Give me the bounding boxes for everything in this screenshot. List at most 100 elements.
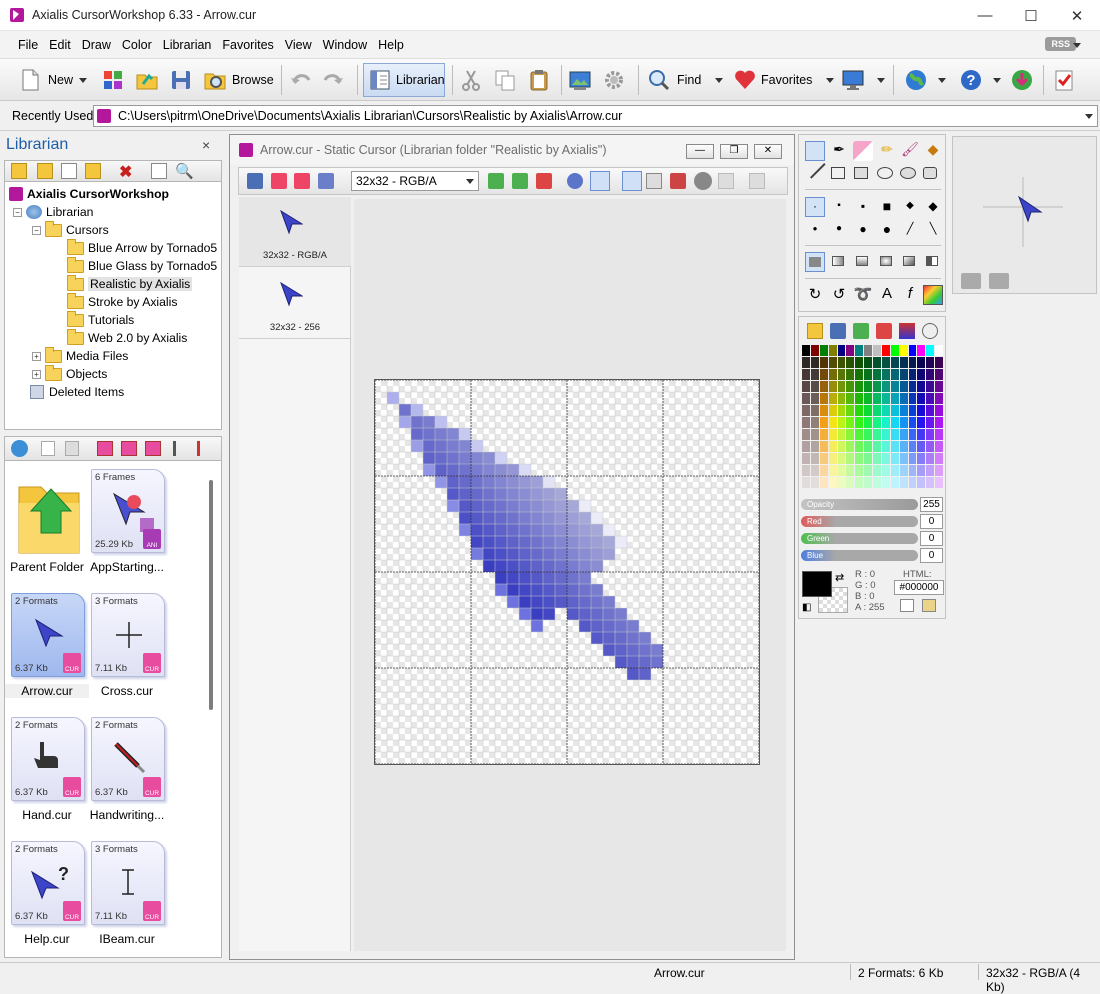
pixel[interactable]	[519, 560, 531, 572]
color-swatch[interactable]	[864, 345, 872, 356]
pixel[interactable]	[531, 584, 543, 596]
export-icon[interactable]	[749, 173, 765, 189]
selection-tool-icon[interactable]	[805, 141, 825, 161]
color-swatch[interactable]	[926, 357, 935, 368]
color-swatch[interactable]	[828, 405, 837, 416]
pixel[interactable]	[423, 452, 435, 464]
color-swatch[interactable]	[881, 465, 890, 476]
thumbnail-scrollbar[interactable]	[209, 480, 213, 710]
fill-mode-radial-icon[interactable]	[877, 252, 897, 272]
grid-icon[interactable]	[646, 173, 662, 189]
pixel[interactable]	[495, 464, 507, 476]
pixel[interactable]	[507, 572, 519, 584]
pixel[interactable]	[507, 560, 519, 572]
pixel[interactable]	[507, 524, 519, 536]
color-swatch[interactable]	[935, 381, 943, 392]
rectangle-tool-icon[interactable]	[831, 167, 845, 179]
eraser-tool-icon[interactable]	[853, 141, 873, 161]
format-properties-icon[interactable]	[318, 173, 334, 189]
delete-image-icon[interactable]	[536, 173, 552, 189]
color-swatch[interactable]	[855, 357, 864, 368]
rotate-left-icon[interactable]: ↺	[829, 285, 849, 305]
pixel[interactable]	[603, 524, 615, 536]
color-swatch[interactable]	[855, 381, 864, 392]
pixel[interactable]	[519, 476, 531, 488]
pixel[interactable]	[567, 608, 579, 620]
color-swatch[interactable]	[855, 405, 864, 416]
pixel[interactable]	[495, 476, 507, 488]
color-swatch[interactable]	[908, 465, 917, 476]
color-swatch[interactable]	[890, 465, 899, 476]
pixel[interactable]	[447, 452, 459, 464]
format-item-selected[interactable]: 32x32 - RGB/A	[239, 197, 351, 267]
color-swatch[interactable]	[855, 429, 864, 440]
settings-gear-icon[interactable]	[602, 68, 626, 92]
color-swatch[interactable]	[899, 453, 908, 464]
pixel[interactable]	[471, 500, 483, 512]
pixel[interactable]	[519, 500, 531, 512]
new-animated-icon[interactable]	[121, 441, 137, 456]
color-swatch[interactable]	[819, 357, 828, 368]
fill-mode-linear-icon[interactable]	[853, 252, 873, 272]
color-swatch[interactable]	[855, 453, 864, 464]
color-swatch[interactable]	[935, 345, 943, 356]
color-swatch[interactable]	[846, 441, 855, 452]
color-swatch[interactable]	[899, 441, 908, 452]
color-swatch[interactable]	[855, 465, 864, 476]
color-swatch[interactable]	[890, 381, 899, 392]
maximize-button[interactable]: ☐	[1008, 0, 1054, 31]
pixel[interactable]	[531, 524, 543, 536]
cut-icon[interactable]	[459, 68, 483, 92]
color-swatch[interactable]	[926, 381, 935, 392]
register-check-icon[interactable]	[1052, 68, 1076, 92]
pixel[interactable]	[579, 548, 591, 560]
paste-icon[interactable]	[65, 441, 79, 456]
menu-window[interactable]: Window	[323, 38, 367, 52]
duplicate-image-icon[interactable]	[512, 173, 528, 189]
color-swatch[interactable]	[890, 369, 899, 380]
pixel[interactable]	[627, 620, 639, 632]
pixel[interactable]	[591, 584, 603, 596]
pixel[interactable]	[519, 572, 531, 584]
menu-view[interactable]: View	[285, 38, 312, 52]
color-swatch[interactable]	[899, 369, 908, 380]
pixel[interactable]	[615, 632, 627, 644]
rss-button[interactable]: RSS	[1045, 37, 1076, 51]
color-swatch[interactable]	[917, 477, 926, 488]
color-swatch[interactable]	[890, 441, 899, 452]
pixel[interactable]	[579, 524, 591, 536]
color-swatch[interactable]	[873, 405, 881, 416]
pencil-tool-icon[interactable]: ✏	[877, 141, 897, 161]
pixel[interactable]	[639, 632, 651, 644]
add-color-icon[interactable]	[853, 323, 869, 339]
filled-rectangle-tool-icon[interactable]	[854, 167, 868, 179]
color-swatch[interactable]	[864, 369, 872, 380]
color-swatch[interactable]	[864, 393, 872, 404]
color-swatch[interactable]	[890, 405, 899, 416]
color-swatch[interactable]	[881, 345, 890, 356]
color-swatch[interactable]	[828, 369, 837, 380]
pixel[interactable]	[555, 548, 567, 560]
pixel[interactable]	[447, 428, 459, 440]
globe-dropdown-icon[interactable]	[938, 77, 946, 83]
palette-grid-icon[interactable]	[101, 68, 125, 92]
find-dropdown-icon[interactable]	[715, 77, 724, 83]
color-swatch[interactable]	[819, 429, 828, 440]
color-swatch[interactable]	[908, 417, 917, 428]
color-swatch[interactable]	[837, 345, 846, 356]
color-swatch[interactable]	[846, 381, 855, 392]
color-swatch[interactable]	[864, 465, 872, 476]
pixel[interactable]	[639, 656, 651, 668]
color-swatch[interactable]	[810, 405, 819, 416]
color-swatch[interactable]	[926, 441, 935, 452]
pixel[interactable]	[579, 536, 591, 548]
tree-item-cursors[interactable]: − Cursors	[32, 220, 109, 237]
color-swatch[interactable]	[873, 477, 881, 488]
color-swatch[interactable]	[810, 417, 819, 428]
color-swatch[interactable]	[935, 357, 943, 368]
color-swatch[interactable]	[873, 417, 881, 428]
color-swatch[interactable]	[899, 405, 908, 416]
color-swatch[interactable]	[802, 465, 810, 476]
color-swatch[interactable]	[890, 429, 899, 440]
color-swatch[interactable]	[890, 417, 899, 428]
